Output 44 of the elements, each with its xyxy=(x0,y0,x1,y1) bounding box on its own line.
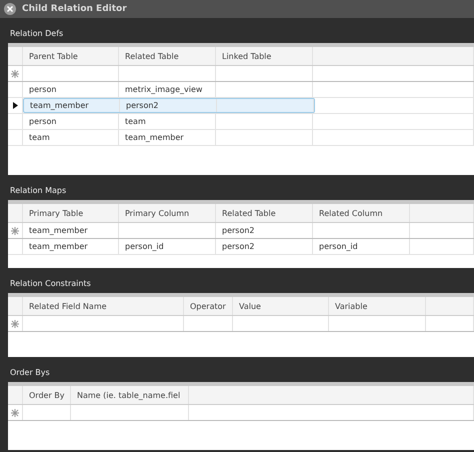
column-header[interactable]: Order By xyxy=(23,386,71,404)
table-cell: team xyxy=(125,117,146,126)
column-header[interactable]: Related Column xyxy=(313,204,410,222)
new-row-icon xyxy=(11,226,19,234)
table-cell: person xyxy=(29,85,56,94)
table-cell: person2 xyxy=(222,226,255,235)
column-header[interactable]: Variable xyxy=(329,297,426,315)
section-title: Relation Maps xyxy=(9,185,68,197)
table-cell: team_member xyxy=(30,101,89,110)
column-header[interactable]: Operator xyxy=(184,297,233,315)
table-cell: metrix_image_view xyxy=(125,85,202,94)
table-cell: person xyxy=(29,117,56,126)
table-row[interactable]: team_member person2 xyxy=(23,98,315,113)
section-title: Relation Constraints xyxy=(9,278,92,290)
table-cell: person2 xyxy=(126,101,159,110)
current-row-icon xyxy=(12,102,18,109)
column-header[interactable]: Related Table xyxy=(119,47,216,65)
column-header[interactable]: Linked Table xyxy=(216,47,313,65)
table-cell: team xyxy=(29,133,50,142)
table-row[interactable]: team team_member xyxy=(23,130,313,145)
window-title: Child Relation Editor xyxy=(22,4,127,14)
column-header[interactable]: Primary Column xyxy=(119,204,216,222)
table-cell: person_id xyxy=(125,242,164,251)
close-icon[interactable] xyxy=(4,3,16,15)
table-cell: person2 xyxy=(222,242,255,251)
table-row[interactable]: person metrix_image_view xyxy=(23,82,313,97)
table-cell: team_member xyxy=(125,133,184,142)
column-header[interactable]: Name (ie. table_name.fiel xyxy=(71,386,189,404)
table-cell: team_member xyxy=(29,242,88,251)
column-header[interactable]: Parent Table xyxy=(23,47,119,65)
table-row[interactable]: team_member person2 xyxy=(23,223,410,238)
column-header[interactable]: Primary Table xyxy=(23,204,119,222)
new-row-icon xyxy=(11,320,19,328)
column-header[interactable]: Related Table xyxy=(216,204,313,222)
section-title: Relation Defs xyxy=(9,28,64,40)
new-row-icon xyxy=(11,408,19,416)
table-cell: person_id xyxy=(319,242,358,251)
new-row-icon xyxy=(11,70,19,78)
table-row[interactable]: team_member person_id person2 person_id xyxy=(23,239,410,254)
column-header[interactable]: Related Field Name xyxy=(23,297,184,315)
table-row[interactable]: person team xyxy=(23,114,313,129)
column-header[interactable]: Value xyxy=(233,297,329,315)
table-cell: team_member xyxy=(29,226,88,235)
section-title: Order Bys xyxy=(9,367,51,379)
